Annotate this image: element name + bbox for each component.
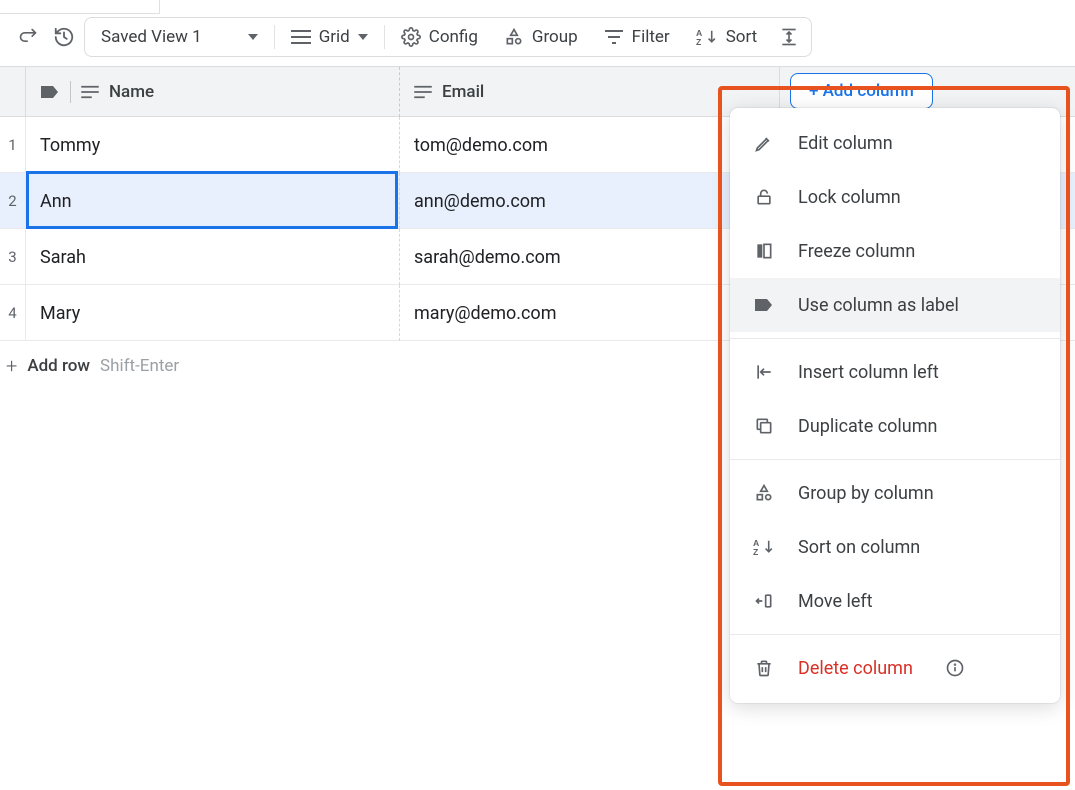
gear-icon bbox=[401, 27, 421, 47]
cell-email[interactable]: sarah@demo.com bbox=[400, 229, 780, 285]
menu-divider bbox=[730, 338, 1060, 339]
cell-name[interactable]: Tommy bbox=[26, 117, 400, 173]
column-header-email[interactable]: Email bbox=[400, 67, 780, 117]
group-chip[interactable]: Group bbox=[494, 19, 588, 55]
history-icon[interactable] bbox=[48, 21, 80, 53]
pencil-icon bbox=[752, 131, 776, 155]
group-icon bbox=[504, 27, 524, 47]
sort-chip[interactable]: AZ Sort bbox=[686, 19, 768, 55]
divider bbox=[384, 25, 385, 49]
menu-lock-column[interactable]: Lock column bbox=[730, 170, 1060, 224]
cell-name[interactable]: Ann bbox=[26, 173, 400, 229]
row-number-header bbox=[0, 67, 26, 116]
menu-freeze-column[interactable]: Freeze column bbox=[730, 224, 1060, 278]
menu-divider bbox=[730, 634, 1060, 635]
column-header-email-label: Email bbox=[442, 82, 484, 102]
view-selector[interactable]: Saved View 1 bbox=[91, 19, 268, 55]
freeze-icon bbox=[752, 239, 776, 263]
menu-item-label: Sort on column bbox=[798, 537, 920, 558]
menu-move-left[interactable]: Move left bbox=[730, 574, 1060, 628]
chevron-down-icon bbox=[358, 34, 368, 40]
add-row-button[interactable]: + Add row Shift-Enter bbox=[0, 341, 179, 391]
info-icon[interactable] bbox=[945, 658, 965, 678]
menu-delete-column[interactable]: Delete column bbox=[730, 641, 1060, 695]
grid-icon bbox=[291, 29, 311, 45]
menu-item-label: Edit column bbox=[798, 133, 893, 154]
menu-duplicate[interactable]: Duplicate column bbox=[730, 399, 1060, 453]
menu-item-label: Freeze column bbox=[798, 241, 915, 262]
menu-item-label: Group by column bbox=[798, 483, 934, 504]
cell-email[interactable]: tom@demo.com bbox=[400, 117, 780, 173]
view-selector-label: Saved View 1 bbox=[101, 27, 202, 47]
add-row-hint: Shift-Enter bbox=[100, 356, 179, 376]
row-number: 2 bbox=[0, 173, 26, 228]
cell-email[interactable]: mary@demo.com bbox=[400, 285, 780, 341]
cell-email[interactable]: ann@demo.com bbox=[400, 173, 780, 229]
menu-item-label: Insert column left bbox=[798, 362, 939, 383]
row-number: 4 bbox=[0, 285, 26, 340]
trash-icon bbox=[752, 656, 776, 680]
plus-icon: + bbox=[6, 354, 17, 378]
layout-selector[interactable]: Grid bbox=[281, 19, 378, 55]
layout-label: Grid bbox=[319, 27, 350, 47]
column-context-menu: Edit column Lock column Freeze column Us… bbox=[730, 108, 1060, 703]
label-icon bbox=[752, 293, 776, 317]
add-column-button[interactable]: + Add column bbox=[790, 73, 933, 109]
row-number: 3 bbox=[0, 229, 26, 284]
menu-item-label: Delete column bbox=[798, 658, 913, 679]
column-header-name[interactable]: Name bbox=[26, 67, 400, 117]
filter-chip[interactable]: Filter bbox=[594, 19, 680, 55]
chevron-down-icon bbox=[248, 34, 258, 40]
cell-name[interactable]: Mary bbox=[26, 285, 400, 341]
text-icon bbox=[414, 85, 432, 99]
sort-label: Sort bbox=[726, 27, 758, 47]
divider bbox=[70, 81, 71, 103]
density-chip[interactable] bbox=[773, 19, 805, 55]
menu-group-by[interactable]: Group by column bbox=[730, 466, 1060, 520]
row-height-icon bbox=[779, 27, 799, 47]
config-label: Config bbox=[429, 27, 478, 47]
insert-left-icon bbox=[752, 360, 776, 384]
menu-insert-left[interactable]: Insert column left bbox=[730, 345, 1060, 399]
filter-label: Filter bbox=[632, 27, 670, 47]
menu-item-label: Move left bbox=[798, 591, 873, 612]
menu-use-as-label[interactable]: Use column as label bbox=[730, 278, 1060, 332]
move-left-icon bbox=[752, 589, 776, 613]
menu-item-label: Use column as label bbox=[798, 295, 959, 316]
menu-item-label: Duplicate column bbox=[798, 416, 937, 437]
lock-icon bbox=[752, 185, 776, 209]
label-column-icon bbox=[40, 84, 60, 100]
sort-icon: AZ bbox=[752, 535, 776, 559]
divider bbox=[274, 25, 275, 49]
menu-sort-on[interactable]: AZ Sort on column bbox=[730, 520, 1060, 574]
menu-divider bbox=[730, 459, 1060, 460]
group-icon bbox=[752, 481, 776, 505]
redo-icon[interactable] bbox=[12, 21, 44, 53]
cell-name[interactable]: Sarah bbox=[26, 229, 400, 285]
config-chip[interactable]: Config bbox=[391, 19, 488, 55]
filter-icon bbox=[604, 29, 624, 45]
add-row-label: Add row bbox=[27, 356, 90, 376]
add-column-label: + Add column bbox=[809, 81, 914, 101]
toolbar-chipgroup: Saved View 1 Grid Config Group bbox=[84, 17, 812, 57]
group-label: Group bbox=[532, 27, 578, 47]
svg-text:Z: Z bbox=[753, 547, 759, 556]
text-icon bbox=[81, 85, 99, 99]
duplicate-icon bbox=[752, 414, 776, 438]
toolbar: Saved View 1 Grid Config Group bbox=[0, 14, 1075, 60]
sort-icon: AZ bbox=[696, 28, 718, 46]
tab-stub bbox=[0, 0, 160, 14]
column-header-name-label: Name bbox=[109, 82, 154, 102]
svg-text:Z: Z bbox=[696, 37, 702, 46]
menu-edit-column[interactable]: Edit column bbox=[730, 116, 1060, 170]
menu-item-label: Lock column bbox=[798, 187, 901, 208]
row-number: 1 bbox=[0, 117, 26, 172]
